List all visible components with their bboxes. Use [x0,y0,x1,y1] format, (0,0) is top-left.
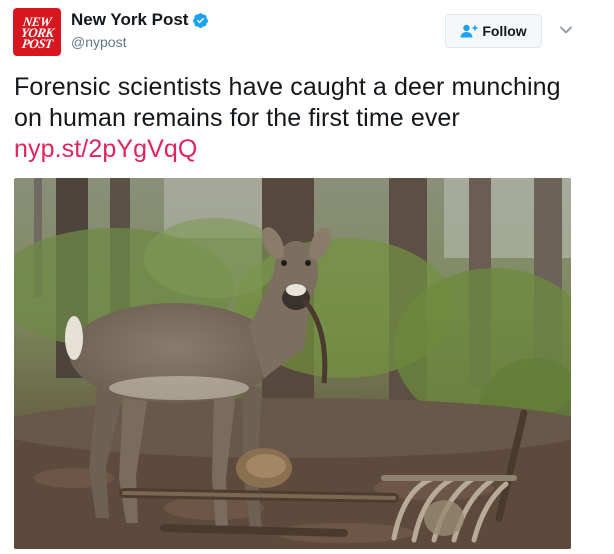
tweet-link[interactable]: nyp.st/2pYgVqQ [14,135,197,163]
follow-button-label: Follow [482,23,527,39]
deer-photo[interactable] [14,178,571,549]
tweet-card: NEW YORK POST New York Post @nypost Foll… [0,0,614,554]
verified-badge-icon [193,12,209,28]
author-handle[interactable]: @nypost [71,34,209,50]
follow-button[interactable]: Follow [445,14,542,48]
avatar-line-3: POST [20,35,54,51]
author-display-name[interactable]: New York Post [71,10,188,30]
add-user-icon [460,24,478,38]
chevron-down-icon[interactable] [558,22,574,38]
author-name-row[interactable]: New York Post [71,10,209,30]
author-info: New York Post @nypost [71,10,209,50]
deer-photo-illustration [14,178,571,549]
tweet-text: Forensic scientists have caught a deer m… [14,72,594,165]
author-avatar[interactable]: NEW YORK POST [13,8,61,56]
tweet-body: Forensic scientists have caught a deer m… [14,73,561,132]
